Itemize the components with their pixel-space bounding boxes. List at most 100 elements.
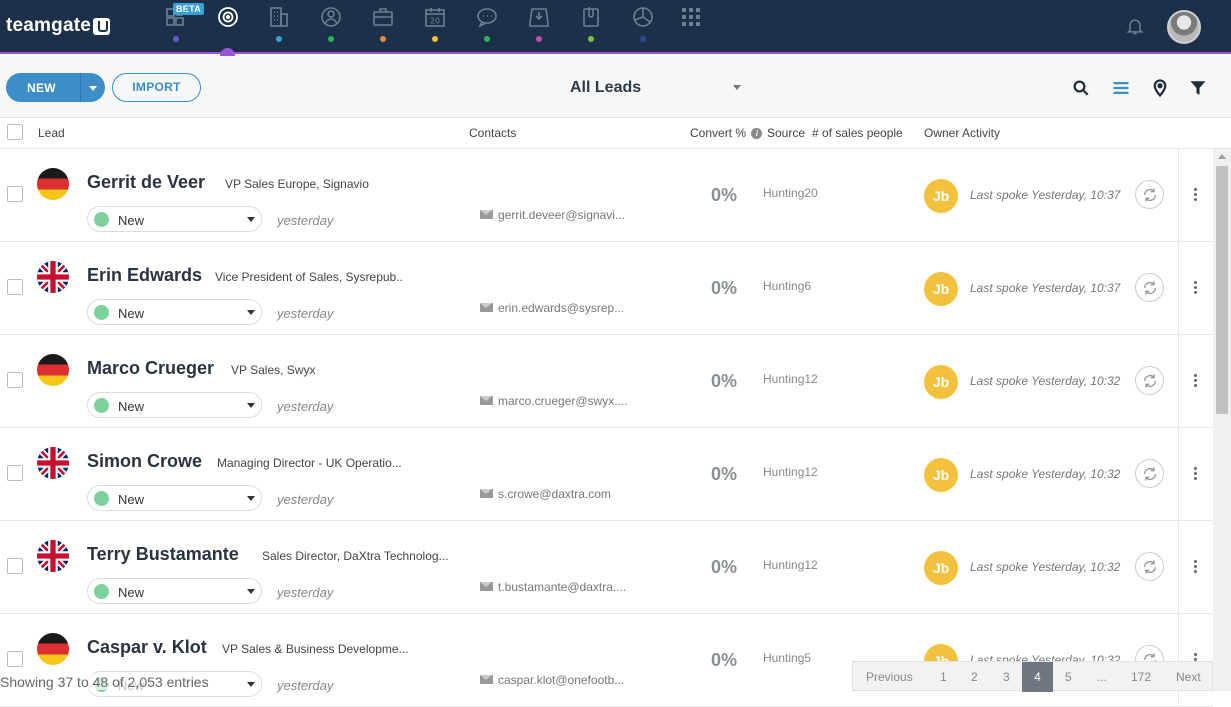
table-row[interactable]: Erin Edwards Vice President of Sales, Sy…	[0, 242, 1213, 335]
new-lead-button[interactable]: NEW	[6, 73, 105, 102]
lead-status-dropdown[interactable]: New	[87, 485, 262, 511]
table-row[interactable]: Gerrit de Veer VP Sales Europe, Signavio…	[0, 149, 1213, 242]
lead-status-dropdown[interactable]: New	[87, 206, 262, 232]
column-sales-people[interactable]: # of sales people	[812, 126, 903, 140]
info-icon[interactable]: i	[751, 128, 763, 139]
lead-email[interactable]: marco.crueger@swyx....	[498, 394, 628, 408]
view-selector[interactable]: All Leads	[570, 79, 641, 97]
table-row[interactable]: Simon Crowe Managing Director - UK Opera…	[0, 428, 1213, 521]
lead-status-dropdown[interactable]: New	[87, 578, 262, 604]
nav-calendar[interactable]: 20	[421, 5, 449, 45]
teamgate-logo[interactable]: teamgate	[6, 15, 111, 37]
lead-status-dropdown[interactable]: New	[87, 299, 262, 325]
owner-avatar[interactable]: Jb	[924, 179, 958, 213]
sync-button[interactable]	[1135, 552, 1164, 581]
sync-button[interactable]	[1135, 273, 1164, 302]
nav-dot	[640, 36, 646, 42]
nav-chat[interactable]	[473, 5, 501, 45]
lead-name[interactable]: Terry Bustamante	[87, 544, 239, 565]
nav-reports[interactable]	[629, 5, 657, 45]
sales-people-count: 20	[804, 186, 818, 200]
nav-documents[interactable]	[577, 5, 605, 45]
new-button-label: NEW	[27, 81, 56, 95]
select-all-checkbox[interactable]	[7, 124, 23, 140]
map-pin-icon[interactable]	[1151, 79, 1169, 97]
owner-avatar[interactable]: Jb	[924, 458, 958, 492]
nav-apps[interactable]	[677, 5, 705, 45]
contacts-icon	[321, 7, 341, 27]
sales-people-count: 12	[804, 465, 818, 479]
column-owner[interactable]: Owner	[924, 126, 959, 140]
column-source[interactable]: Source	[767, 126, 805, 140]
lead-title: VP Sales, Swyx	[231, 363, 316, 377]
more-options-icon[interactable]	[1194, 374, 1198, 388]
lead-email[interactable]: s.crowe@daxtra.com	[498, 487, 611, 501]
svg-text:20: 20	[430, 17, 440, 26]
notifications-bell-icon[interactable]	[1125, 16, 1145, 36]
column-convert[interactable]: Convert % i	[690, 126, 763, 140]
lead-name[interactable]: Caspar v. Klot	[87, 637, 207, 658]
scrollbar-thumb[interactable]	[1216, 166, 1228, 414]
pager-page[interactable]: 1	[940, 670, 947, 684]
pager-page[interactable]: 172	[1131, 670, 1151, 684]
column-activity[interactable]: Activity	[962, 126, 1000, 140]
table-row[interactable]: Terry Bustamante Sales Director, DaXtra …	[0, 521, 1213, 614]
nav-deals[interactable]	[369, 5, 397, 45]
vertical-scrollbar[interactable]	[1213, 149, 1231, 691]
lead-status-dropdown[interactable]: New	[87, 392, 262, 418]
nav-leads[interactable]	[214, 5, 242, 45]
more-options-icon[interactable]	[1194, 560, 1198, 574]
pager-page[interactable]: 5	[1065, 670, 1072, 684]
row-checkbox[interactable]	[7, 186, 23, 202]
nav-contacts[interactable]	[317, 5, 345, 45]
more-options-icon[interactable]	[1194, 281, 1198, 295]
lead-name[interactable]: Erin Edwards	[87, 265, 202, 286]
row-checkbox[interactable]	[7, 279, 23, 295]
pager-next[interactable]: Next	[1176, 670, 1201, 684]
email-icon	[480, 303, 493, 312]
search-icon[interactable]	[1072, 79, 1090, 97]
pager-page-current[interactable]: 4	[1022, 662, 1053, 692]
inbox-icon	[529, 8, 549, 27]
lead-name[interactable]: Marco Crueger	[87, 358, 214, 379]
row-checkbox[interactable]	[7, 465, 23, 481]
column-contacts[interactable]: Contacts	[469, 126, 516, 140]
chevron-down-icon[interactable]	[89, 86, 97, 91]
chevron-down-icon[interactable]	[733, 85, 741, 90]
status-dot-icon	[94, 491, 109, 506]
lead-email[interactable]: caspar.klot@onefootb...	[498, 673, 624, 687]
table-row[interactable]: Marco Crueger VP Sales, Swyx New yesterd…	[0, 335, 1213, 428]
import-button[interactable]: IMPORT	[112, 73, 201, 102]
sync-button[interactable]	[1135, 180, 1164, 209]
user-avatar[interactable]	[1167, 10, 1201, 44]
lead-email[interactable]: erin.edwards@sysrep...	[498, 301, 624, 315]
pager-page[interactable]: 3	[1003, 670, 1010, 684]
row-checkbox[interactable]	[7, 372, 23, 388]
owner-avatar[interactable]: Jb	[924, 551, 958, 585]
lead-source: Hunting12	[763, 558, 818, 572]
uk-flag-icon	[37, 540, 69, 572]
lead-email[interactable]: t.bustamante@daxtra....	[498, 580, 626, 594]
row-checkbox[interactable]	[7, 558, 23, 574]
more-options-icon[interactable]	[1194, 188, 1198, 202]
pager-previous[interactable]: Previous	[866, 670, 913, 684]
pager-page[interactable]: 2	[971, 670, 978, 684]
logo-badge-icon	[93, 17, 111, 35]
list-view-icon[interactable]	[1112, 79, 1130, 97]
column-lead[interactable]: Lead	[38, 126, 65, 140]
nav-companies[interactable]	[265, 5, 293, 45]
filter-icon[interactable]	[1189, 79, 1207, 97]
sync-button[interactable]	[1135, 366, 1164, 395]
sync-button[interactable]	[1135, 459, 1164, 488]
owner-avatar[interactable]: Jb	[924, 365, 958, 399]
nav-inbox[interactable]	[525, 5, 553, 45]
lead-email[interactable]: gerrit.deveer@signavi...	[498, 208, 625, 222]
more-options-icon[interactable]	[1194, 467, 1198, 481]
owner-avatar[interactable]: Jb	[924, 272, 958, 306]
status-label: New	[118, 492, 145, 507]
scroll-up-icon[interactable]	[1218, 154, 1226, 159]
status-dot-icon	[94, 305, 109, 320]
lead-name[interactable]: Gerrit de Veer	[87, 172, 205, 193]
lead-name[interactable]: Simon Crowe	[87, 451, 202, 472]
row-checkbox[interactable]	[7, 651, 23, 667]
